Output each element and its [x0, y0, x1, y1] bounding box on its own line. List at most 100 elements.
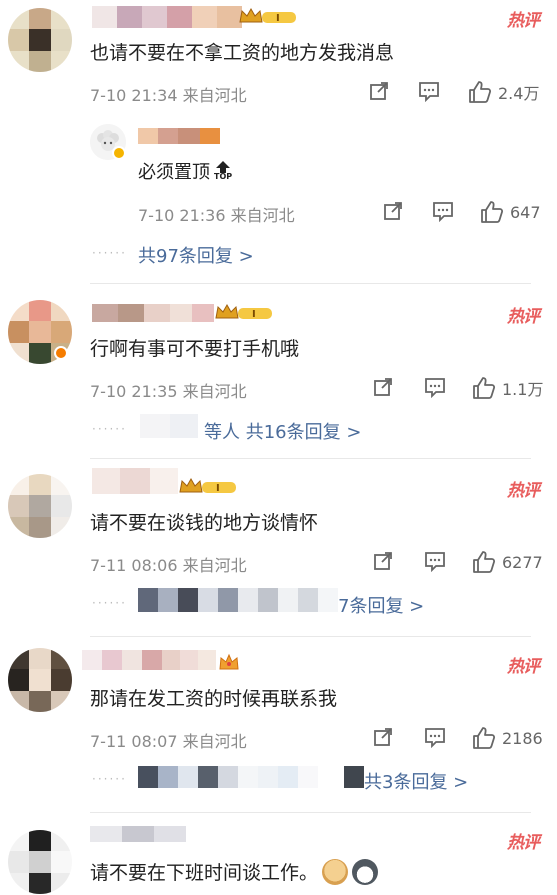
share-button[interactable] — [372, 550, 394, 572]
view-replies-link[interactable]: 共97条回复 > — [138, 242, 254, 268]
vip-crown-badge: I — [238, 6, 298, 26]
like-count: 1.1万 — [502, 380, 544, 399]
comment-text: 行啊有事可不要打手机哦 — [90, 338, 300, 360]
hot-comment-badge: 热评 — [507, 307, 540, 327]
divider — [90, 283, 531, 284]
comment-icon — [424, 376, 446, 398]
share-button[interactable] — [372, 726, 394, 748]
vip-crown-badge: I — [214, 302, 274, 322]
comment-date: 7-11 08:07 — [90, 732, 178, 751]
replies-dots: ······ — [92, 596, 127, 610]
replier-names-blurred — [138, 588, 338, 612]
replies-dots: ······ — [92, 246, 127, 260]
comment-icon — [418, 80, 440, 102]
comment-button[interactable] — [424, 376, 446, 398]
hot-comment-badge: 热评 — [507, 657, 540, 677]
comment-date: 7-11 08:06 — [90, 556, 178, 575]
verified-badge — [112, 146, 126, 160]
avatar[interactable] — [8, 648, 72, 712]
comment-4: 热评 那请在发工资的时候再联系我 7-11 08:07 来自河北 2186 ··… — [0, 640, 557, 810]
thumbs-up-icon — [472, 376, 496, 400]
share-icon — [372, 726, 394, 748]
reply-text: 必须置顶 — [138, 162, 210, 183]
comment-text: 请不要在下班时间谈工作。 — [90, 862, 319, 884]
avatar[interactable] — [8, 8, 72, 72]
thumbs-up-icon — [472, 726, 496, 750]
replier-names-blurred — [140, 414, 198, 438]
share-icon — [368, 80, 390, 102]
like-button[interactable]: 1.1万 — [472, 376, 543, 400]
comment-meta: 7-10 21:35 来自河北 — [90, 378, 247, 402]
avatar[interactable] — [8, 830, 72, 894]
comment-3: I 热评 请不要在谈钱的地方谈情怀 7-11 08:06 来自河北 6277 ·… — [0, 464, 557, 634]
comment-location: 来自河北 — [182, 382, 247, 401]
share-icon — [382, 200, 404, 222]
like-count: 2.4万 — [498, 84, 540, 103]
username-blurred[interactable] — [92, 468, 178, 494]
avatar[interactable] — [8, 474, 72, 538]
comment-button[interactable] — [418, 80, 440, 102]
verified-badge — [54, 346, 68, 360]
reply-meta: 7-10 21:36 来自河北 — [138, 202, 295, 226]
like-button[interactable]: 2.4万 — [468, 80, 539, 104]
reply-username-blurred[interactable] — [138, 128, 220, 144]
thumbs-up-icon — [480, 200, 504, 224]
share-icon — [372, 376, 394, 398]
comment-location: 来自河北 — [182, 556, 247, 575]
comment-icon — [432, 200, 454, 222]
share-icon — [372, 550, 394, 572]
comment-text: 请不要在谈钱的地方谈情怀 — [90, 512, 319, 534]
comment-location: 来自河北 — [182, 732, 247, 751]
username-blurred[interactable] — [82, 650, 216, 670]
divider — [90, 812, 531, 813]
crown-icon — [218, 652, 240, 672]
vip-crown-badge: I — [178, 476, 238, 496]
hot-comment-badge: 热评 — [507, 481, 540, 501]
comment-date: 7-10 21:34 — [90, 86, 178, 105]
username-blurred[interactable] — [92, 304, 214, 322]
username-blurred[interactable] — [90, 826, 186, 842]
comment-button[interactable] — [424, 726, 446, 748]
comment-text-row: 请不要在下班时间谈工作。 — [90, 858, 379, 885]
replies-dots: ······ — [92, 422, 127, 436]
comment-icon — [424, 726, 446, 748]
share-button[interactable] — [372, 376, 394, 398]
reply-text-row: 必须置顶 TOP — [138, 158, 232, 184]
view-replies-link[interactable]: 共3条回复 > — [364, 768, 468, 794]
hot-comment-badge: 热评 — [507, 833, 540, 853]
comment-meta: 7-11 08:06 来自河北 — [90, 552, 247, 576]
share-button[interactable] — [382, 200, 404, 222]
username-blurred[interactable] — [92, 6, 242, 28]
top-label: TOP — [214, 172, 233, 181]
comment-icon — [424, 550, 446, 572]
comment-2: I 热评 行啊有事可不要打手机哦 7-10 21:35 来自河北 1.1万 ··… — [0, 290, 557, 450]
reply-location: 来自河北 — [230, 206, 295, 225]
svg-text:I: I — [252, 309, 256, 320]
view-replies-link[interactable]: 7条回复 > — [338, 592, 424, 618]
comment-button[interactable] — [424, 550, 446, 572]
comment-button[interactable] — [432, 200, 454, 222]
comment-meta: 7-11 08:07 来自河北 — [90, 728, 247, 752]
comment-5: 热评 请不要在下班时间谈工作。 — [0, 816, 557, 895]
comment-meta: 7-10 21:34 来自河北 — [90, 82, 247, 106]
reply-date: 7-10 21:36 — [138, 206, 226, 225]
divider — [90, 458, 531, 459]
like-button[interactable]: 6277 — [472, 550, 543, 574]
like-count: 647 — [510, 202, 541, 222]
thumbs-up-icon — [468, 80, 492, 104]
comment-text: 那请在发工资的时候再联系我 — [90, 688, 338, 710]
pinned-top-icon: TOP — [214, 161, 232, 181]
divider — [90, 636, 531, 637]
husky-emoji-icon — [352, 858, 379, 885]
comment-text: 也请不要在不拿工资的地方发我消息 — [90, 42, 395, 64]
svg-text:I: I — [276, 13, 280, 24]
like-button[interactable]: 2186 — [472, 726, 543, 750]
like-count: 6277 — [502, 552, 543, 572]
share-button[interactable] — [368, 80, 390, 102]
svg-text:I: I — [216, 483, 220, 494]
like-count: 2186 — [502, 728, 543, 748]
like-button[interactable]: 647 — [480, 200, 541, 224]
comment-1: I 热评 也请不要在不拿工资的地方发我消息 7-10 21:34 来自河北 2.… — [0, 0, 557, 290]
view-replies-link[interactable]: 等人 共16条回复 > — [204, 418, 361, 444]
comment-location: 来自河北 — [182, 86, 247, 105]
